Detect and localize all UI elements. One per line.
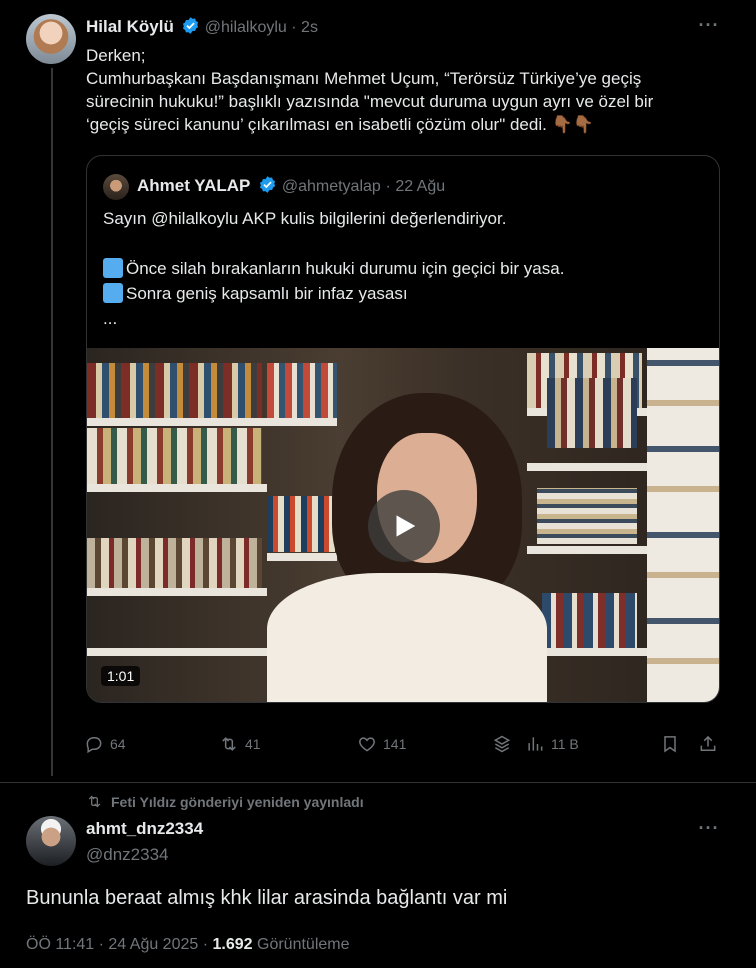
blue-square-icon (103, 283, 123, 303)
tweet-line: ‘geçiş süreci kanunu’ çıkarılması en isa… (86, 115, 594, 134)
repost-icon (88, 795, 101, 808)
bookmark-icon (664, 736, 676, 753)
avatar-ahmet-yalap[interactable] (103, 174, 129, 200)
avatar-ahmt-dnz[interactable] (26, 816, 76, 866)
bookshelf-books (267, 496, 337, 552)
bookshelf-books (87, 363, 262, 419)
bookmark-button[interactable] (660, 734, 680, 754)
tweet-body: Derken; Cumhurbaşkanı Başdanışmanı Mehme… (86, 44, 726, 136)
tweet-line: Cumhurbaşkanı Başdanışmanı Mehmet Uçum, … (86, 69, 642, 88)
quoted-line-item: Önce silah bırakanların hukuki durumu iç… (103, 256, 564, 281)
tweet-action-bar: 64 41 141 11 B (84, 730, 724, 760)
bookshelf-plank (267, 553, 337, 561)
quoted-author-name[interactable]: Ahmet YALAP (137, 176, 250, 195)
bookshelf-plank (87, 418, 267, 426)
bookshelf-books (547, 378, 637, 448)
quoted-tweet-card[interactable]: Ahmet YALAP @ahmetyalap · 22 Ağu Sayın @… (86, 155, 720, 703)
reply-icon (86, 737, 102, 754)
heart-icon (359, 737, 375, 752)
views-label: Görüntüleme (257, 936, 350, 953)
bookshelf-books (267, 363, 337, 419)
layers-icon (493, 735, 511, 753)
quoted-tweet-date[interactable]: · 22 Ağu (386, 178, 446, 195)
tweet-line: Derken; (86, 46, 146, 65)
video-duration: 1:01 (101, 666, 141, 686)
tweet-timestamp[interactable]: ÖÖ 11:41 · 24 Ağu 2025 · (26, 936, 208, 953)
verified-badge-icon (183, 17, 199, 34)
quoted-ellipsis: ... (103, 309, 118, 328)
bookshelf-plank (87, 484, 267, 492)
divider (0, 782, 756, 783)
author-handle[interactable]: @hilalkoylu (205, 19, 287, 36)
bookshelf-plank (87, 648, 267, 656)
quoted-line: Sayın @hilalkoylu AKP kulis bilgilerini … (103, 209, 507, 228)
verified-badge-icon (260, 176, 276, 193)
bookshelf-plank (267, 418, 337, 426)
play-icon (396, 515, 416, 537)
more-options-icon[interactable]: ··· (697, 819, 721, 843)
avatar-hilal[interactable] (26, 14, 76, 64)
author-name[interactable]: Hilal Köylü (86, 17, 174, 36)
more-options-icon[interactable]: ··· (697, 16, 721, 40)
repost-count: 41 (245, 736, 261, 752)
like-count: 141 (383, 736, 407, 752)
grok-button[interactable] (492, 734, 512, 754)
quoted-line: Sonra geniş kapsamlı bir infaz yasası (126, 284, 408, 303)
share-button[interactable] (698, 734, 718, 754)
bookshelf-plank (527, 546, 647, 554)
reply-body: Bununla beraat almış khk lilar arasinda … (26, 887, 508, 909)
bookshelf-books (87, 538, 262, 588)
bookshelf-books (647, 348, 719, 702)
person-body (267, 573, 547, 702)
share-icon (700, 735, 716, 751)
repost-attribution[interactable]: Feti Yıldız gönderiyi yeniden yayınladı (86, 793, 364, 810)
views-chart-icon (528, 737, 543, 751)
quoted-empty-line (103, 231, 564, 256)
reply-author-name[interactable]: ahmt_dnz2334 (86, 819, 203, 839)
blue-square-icon (103, 258, 123, 278)
quoted-author-handle[interactable]: @ahmetyalap (282, 178, 381, 195)
repost-button[interactable]: 41 (219, 734, 261, 754)
views-count: 11 B (551, 736, 579, 752)
tweet-header: Hilal Köylü @hilalkoylu · 2s (86, 16, 318, 37)
view-count: 1.692 (212, 936, 253, 953)
thread-connector-line (51, 68, 53, 776)
quoted-line: Önce silah bırakanların hukuki durumu iç… (126, 259, 565, 278)
quoted-tweet-header: Ahmet YALAP @ahmetyalap · 22 Ağu (137, 175, 445, 196)
bookshelf-plank (527, 463, 647, 471)
bookshelf-books (537, 488, 637, 544)
tweet-metadata: ÖÖ 11:41 · 24 Ağu 2025 · 1.692 Görüntüle… (26, 936, 350, 954)
repost-attribution-text: Feti Yıldız gönderiyi yeniden yayınladı (111, 793, 364, 810)
bookshelf-books (542, 593, 637, 649)
repost-icon (222, 737, 236, 751)
bookshelf-plank (87, 588, 267, 596)
tweet-line: sürecinin hukuku!” başlıklı yazısında "m… (86, 92, 654, 111)
tweet-time[interactable]: · 2s (291, 19, 318, 36)
like-button[interactable]: 141 (357, 734, 406, 754)
bookshelf-books (87, 428, 262, 484)
views-button[interactable]: 11 B (525, 734, 579, 754)
reply-count: 64 (110, 736, 126, 752)
video-player[interactable]: 1:01 (87, 348, 719, 702)
reply-button[interactable]: 64 (84, 734, 126, 754)
play-button-icon[interactable] (368, 490, 440, 562)
quoted-tweet-body: Sayın @hilalkoylu AKP kulis bilgilerini … (103, 206, 564, 331)
quoted-line-item: Sonra geniş kapsamlı bir infaz yasası (103, 281, 564, 306)
reply-author-handle[interactable]: @dnz2334 (86, 845, 169, 865)
